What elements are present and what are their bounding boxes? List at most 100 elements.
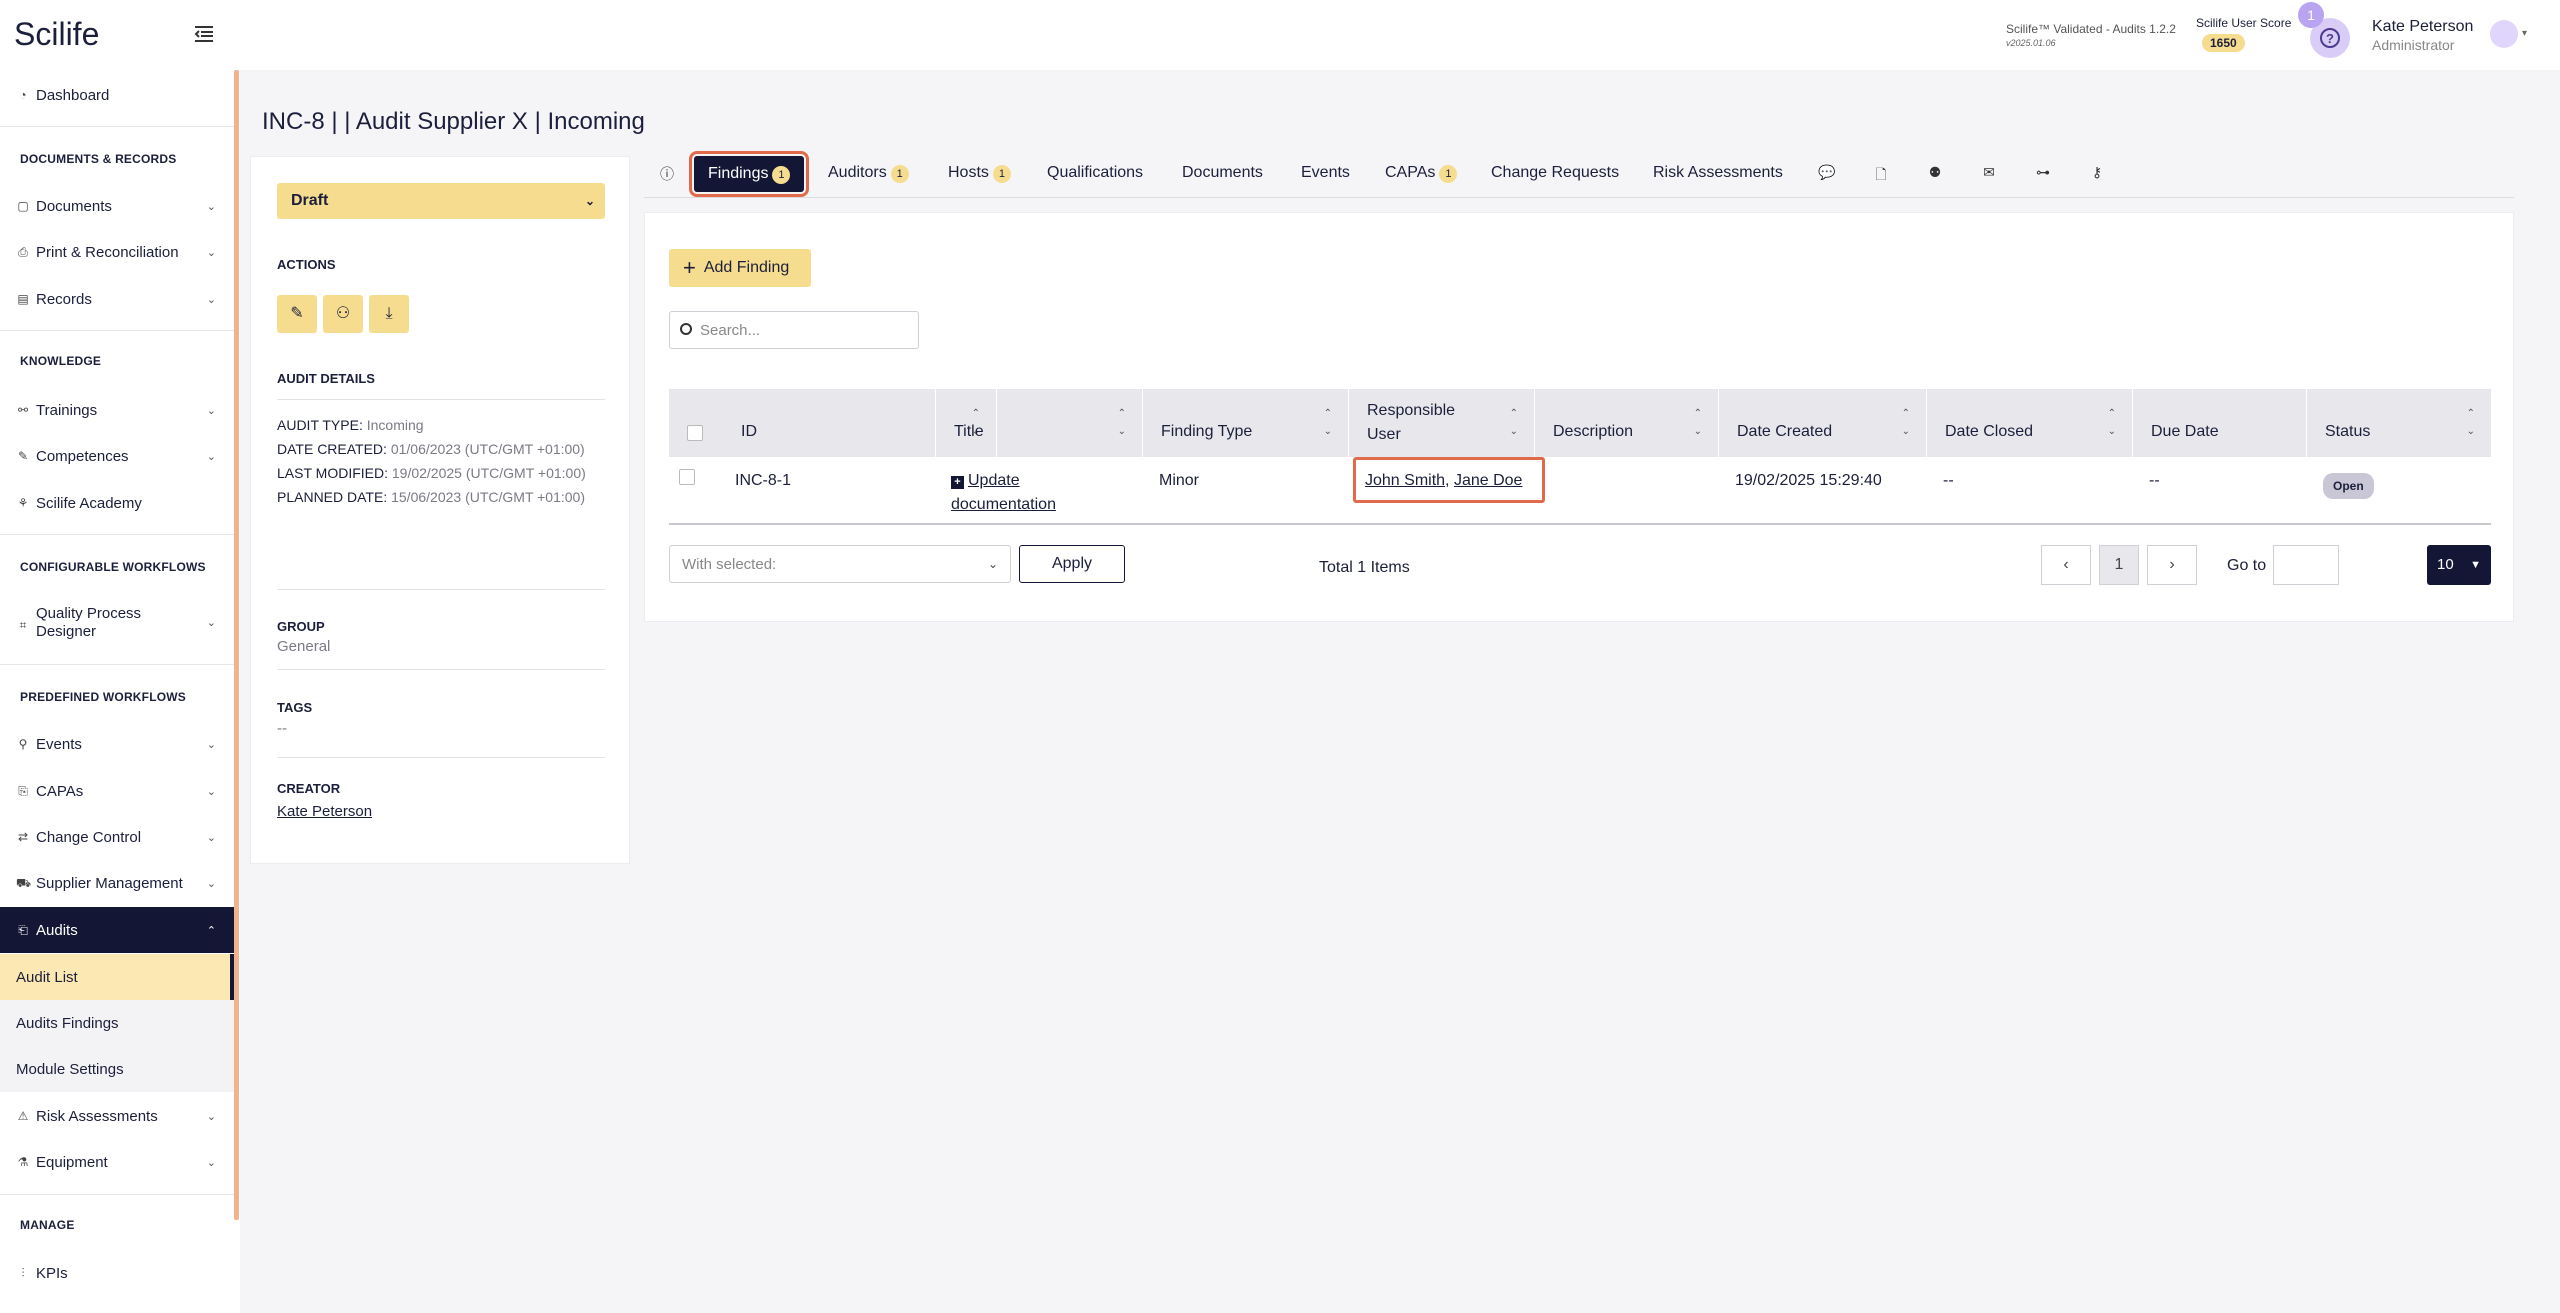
sidebar-item-label: Scilife Academy bbox=[36, 494, 142, 512]
column-header-responsible-user[interactable]: Responsible User ⌃ ⌄ bbox=[1349, 389, 1535, 457]
plus-square-icon: + bbox=[951, 476, 964, 489]
assign-user-button[interactable]: ⚇ bbox=[323, 295, 363, 333]
download-button[interactable]: ⤓ bbox=[369, 295, 409, 333]
sidebar-item-label: KPIs bbox=[36, 1264, 68, 1282]
sidebar-item-module-settings[interactable]: Module Settings bbox=[0, 1046, 234, 1092]
tab-qualifications[interactable]: Qualifications bbox=[1047, 164, 1143, 182]
users-icon[interactable]: ⚉ bbox=[1926, 164, 1944, 182]
sidebar-item-equipment[interactable]: ⚗ Equipment ⌄ bbox=[0, 1139, 234, 1185]
page-number-button[interactable]: 1 bbox=[2099, 545, 2139, 585]
sidebar-item-qpd[interactable]: ⌗ Quality Process Designer ⌄ bbox=[0, 598, 234, 648]
user-link-jane-doe[interactable]: Jane Doe bbox=[1454, 472, 1523, 489]
column-header-date-created[interactable]: Date Created ⌃ ⌄ bbox=[1719, 389, 1927, 457]
user-menu[interactable]: Kate Peterson Administrator bbox=[2372, 18, 2473, 54]
sort-icon[interactable]: ⌃ ⌄ bbox=[1510, 405, 1518, 441]
sort-icon[interactable]: ⌃ ⌄ bbox=[1118, 405, 1126, 441]
sidebar-item-label: Audits bbox=[36, 921, 78, 939]
sidebar-item-label: Competences bbox=[36, 447, 129, 465]
tab-findings[interactable]: Findings 1 bbox=[688, 151, 810, 197]
tab-events[interactable]: Events bbox=[1301, 164, 1350, 182]
next-page-button[interactable]: › bbox=[2147, 545, 2197, 585]
sidebar-item-audits[interactable]: ⎗ Audits ⌃ bbox=[0, 907, 234, 953]
column-header-finding-type[interactable]: Finding Type ⌃ ⌄ bbox=[1143, 389, 1349, 457]
date-created-value: 01/06/2023 (UTC/GMT +01:00) bbox=[390, 441, 585, 457]
hierarchy-icon[interactable]: ⊶ bbox=[2034, 164, 2052, 182]
audit-details-list: AUDIT TYPE: Incoming DATE CREATED: 01/06… bbox=[277, 413, 607, 509]
tab-documents[interactable]: Documents bbox=[1182, 164, 1263, 182]
sort-icon[interactable]: ⌃ ⌄ bbox=[1902, 405, 1910, 441]
scilife-logo[interactable]: Scilife bbox=[14, 16, 99, 53]
column-header-date-closed[interactable]: Date Closed ⌃ ⌄ bbox=[1927, 389, 2133, 457]
sidebar-item-audits-findings[interactable]: Audits Findings bbox=[0, 1000, 234, 1046]
select-all-checkbox[interactable] bbox=[687, 425, 703, 441]
sidebar-item-print[interactable]: ⎙ Print & Reconciliation ⌄ bbox=[0, 229, 234, 275]
tab-auditors[interactable]: Auditors 1 bbox=[828, 164, 909, 183]
status-dropdown[interactable]: Draft ⌄ bbox=[277, 183, 605, 219]
tab-count-badge: 1 bbox=[890, 165, 909, 183]
sort-icon[interactable]: ⌃ ⌄ bbox=[1694, 405, 1702, 441]
sidebar-item-kpis[interactable]: ⫶ KPIs bbox=[0, 1250, 234, 1296]
apply-button[interactable]: Apply bbox=[1019, 545, 1125, 583]
sidebar-item-label: Trainings bbox=[36, 401, 98, 419]
chevron-down-icon: ⌄ bbox=[206, 617, 216, 629]
chevron-left-icon: ‹ bbox=[2063, 556, 2069, 573]
column-header-title[interactable]: Title ⌃ ⌄ bbox=[935, 389, 1143, 457]
tab-change-requests[interactable]: Change Requests bbox=[1491, 164, 1619, 182]
title-link[interactable]: documentation bbox=[951, 496, 1056, 513]
with-selected-dropdown[interactable]: With selected: ⌄ bbox=[669, 545, 1011, 583]
table-row[interactable]: INC-8-1 + Update documentation Minor John … bbox=[669, 457, 2491, 525]
column-header-description[interactable]: Description ⌃ ⌄ bbox=[1535, 389, 1719, 457]
comments-icon[interactable]: 💬 bbox=[1818, 164, 1836, 182]
tags-value: -- bbox=[277, 717, 607, 741]
row-checkbox[interactable] bbox=[679, 469, 695, 485]
sort-icon[interactable]: ⌃ ⌄ bbox=[2467, 405, 2475, 441]
sidebar-item-audit-list[interactable]: Audit List bbox=[0, 954, 234, 1000]
tab-risk-assessments[interactable]: Risk Assessments bbox=[1653, 164, 1783, 182]
avatar[interactable] bbox=[2490, 20, 2518, 48]
tab-capas[interactable]: CAPAs 1 bbox=[1385, 164, 1458, 183]
sidebar-item-events[interactable]: ⚲ Events ⌄ bbox=[0, 721, 234, 767]
sidebar-item-records[interactable]: ▤ Records ⌄ bbox=[0, 276, 234, 322]
goto-page-input[interactable] bbox=[2273, 545, 2339, 585]
last-modified-label: LAST MODIFIED: bbox=[277, 465, 388, 481]
sort-icon[interactable]: ⌃ ⌄ bbox=[1324, 405, 1332, 441]
row-id: INC-8-1 bbox=[735, 472, 792, 489]
add-finding-button[interactable]: + Add Finding bbox=[669, 249, 811, 287]
prev-page-button[interactable]: ‹ bbox=[2041, 545, 2091, 585]
sidebar-scrollbar[interactable] bbox=[234, 70, 239, 1220]
sidebar-item-dashboard[interactable]: ◔ Dashboard bbox=[0, 72, 234, 118]
sidebar-item-supplier[interactable]: ⛟ Supplier Management ⌄ bbox=[0, 860, 234, 906]
capas-icon: ⎘ bbox=[18, 784, 28, 798]
sidebar-item-label: Dashboard bbox=[36, 86, 110, 104]
column-header-status[interactable]: Status ⌃ ⌄ bbox=[2307, 389, 2491, 457]
creator-heading: CREATOR bbox=[277, 781, 341, 796]
notification-badge[interactable]: 1 bbox=[2298, 2, 2324, 28]
sidebar-item-trainings[interactable]: ⚯ Trainings ⌄ bbox=[0, 387, 234, 433]
creator-link[interactable]: Kate Peterson bbox=[277, 803, 372, 820]
info-icon[interactable]: ⓘ bbox=[658, 164, 676, 182]
chart-icon: ⫶ bbox=[21, 1266, 25, 1280]
user-link-john-smith[interactable]: John Smith bbox=[1365, 472, 1445, 489]
column-header-due-date[interactable]: Due Date bbox=[2133, 389, 2307, 457]
row-date-closed: -- bbox=[1943, 472, 1954, 489]
mail-icon[interactable]: ✉ bbox=[1980, 164, 1998, 182]
status-value: Draft bbox=[291, 192, 329, 209]
sidebar-item-academy[interactable]: ⚘ Scilife Academy bbox=[0, 480, 234, 526]
file-icon[interactable]: 🗋 bbox=[1872, 164, 1890, 182]
title-link[interactable]: Update bbox=[968, 472, 1020, 489]
search-input[interactable]: Search... bbox=[669, 311, 919, 349]
row-title[interactable]: + Update documentation bbox=[951, 469, 1056, 517]
key-icon[interactable]: ⚷ bbox=[2088, 164, 2106, 182]
sidebar-item-risk[interactable]: ⚠ Risk Assessments ⌄ bbox=[0, 1093, 234, 1139]
tab-hosts[interactable]: Hosts 1 bbox=[948, 164, 1011, 183]
page-size-select[interactable]: 10 ▼ bbox=[2427, 545, 2491, 585]
menu-collapse-icon[interactable] bbox=[192, 22, 216, 46]
sidebar-item-change-control[interactable]: ⇄ Change Control ⌄ bbox=[0, 814, 234, 860]
chevron-down-icon[interactable]: ▾ bbox=[2522, 28, 2527, 39]
sort-icon[interactable]: ⌃ ⌄ bbox=[2108, 405, 2116, 441]
user-score: Scilife User Score 1650 bbox=[2196, 16, 2291, 52]
edit-button[interactable]: ✎ bbox=[277, 295, 317, 333]
sidebar-item-documents[interactable]: ▢ Documents ⌄ bbox=[0, 183, 234, 229]
sidebar-item-competences[interactable]: ✎ Competences ⌄ bbox=[0, 433, 234, 479]
sidebar-item-capas[interactable]: ⎘ CAPAs ⌄ bbox=[0, 768, 234, 814]
